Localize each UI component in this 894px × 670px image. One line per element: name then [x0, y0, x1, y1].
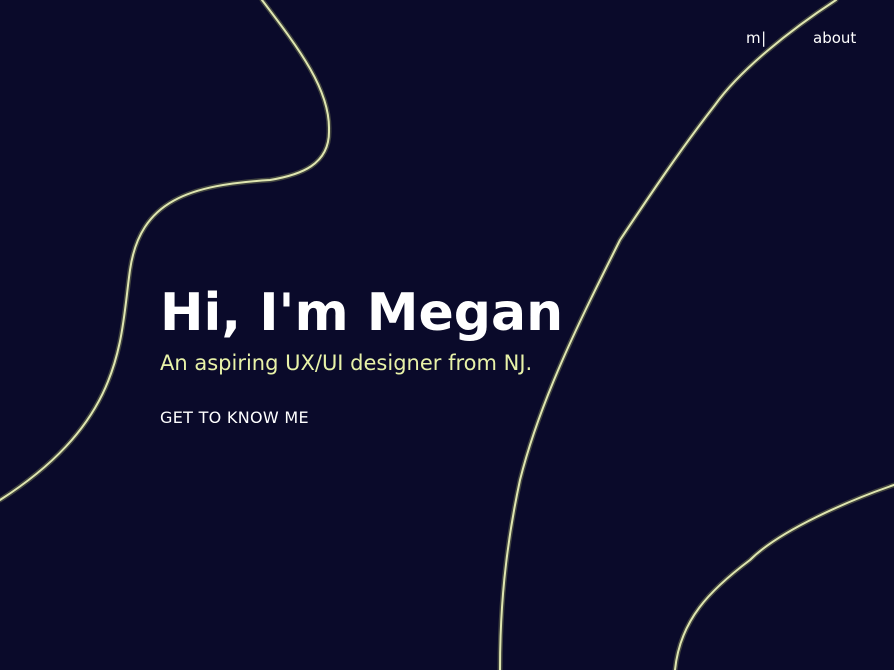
nav-about-link[interactable]: about: [813, 29, 856, 47]
logo-link[interactable]: m|: [746, 29, 767, 47]
hero-title: Hi, I'm Megan: [160, 283, 564, 343]
hero-subtitle: An aspiring UX/UI designer from NJ.: [160, 351, 533, 375]
landing-page: m| about Hi, I'm Megan An aspiring UX/UI…: [0, 0, 894, 670]
curve-bottom-right: [674, 484, 894, 670]
get-to-know-me-link[interactable]: GET TO KNOW ME: [160, 408, 309, 427]
